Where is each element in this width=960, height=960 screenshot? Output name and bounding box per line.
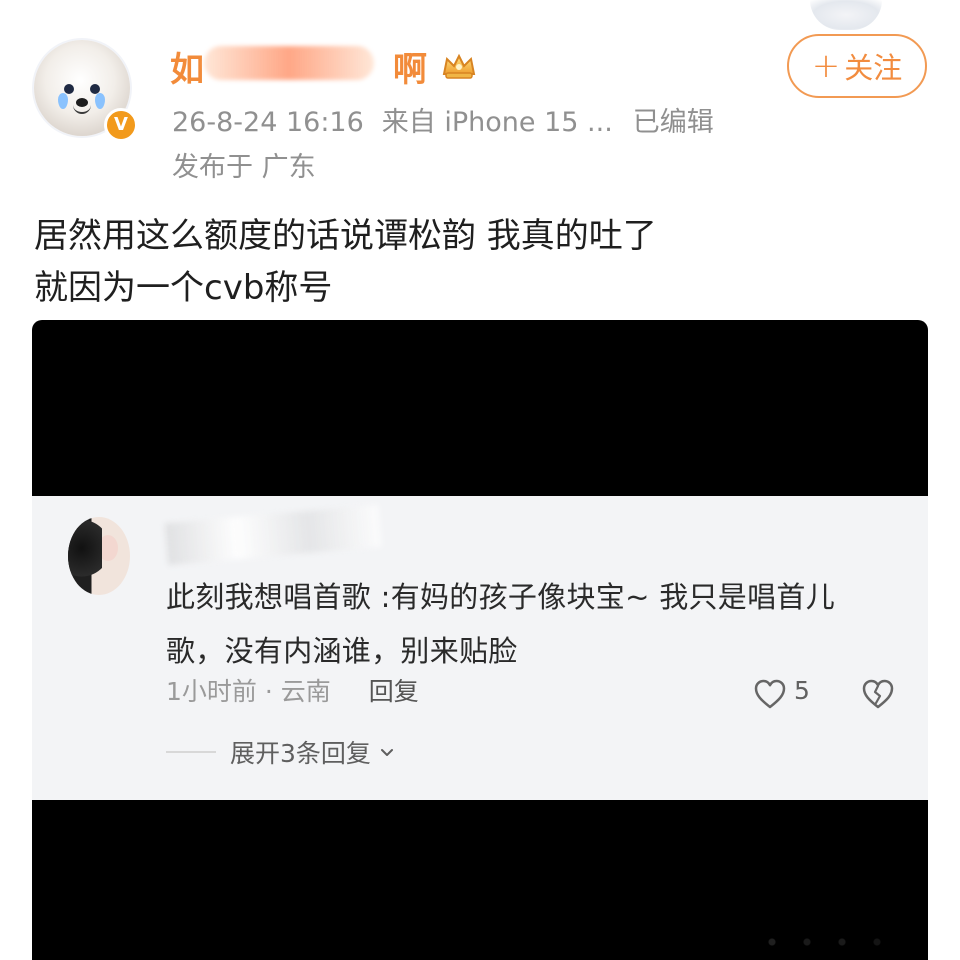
expand-replies-label: 展开3条回复	[230, 739, 371, 768]
embedded-user-avatar	[68, 517, 130, 595]
blurred-username	[164, 504, 382, 566]
post-location: 发布于 广东	[172, 152, 316, 183]
post-meta-line: 26-8-24 16:16 来自 iPhone 15 ... 已编辑	[172, 100, 714, 139]
avatar-left-eye	[64, 84, 74, 94]
edited-label: 已编辑	[632, 107, 714, 138]
reply-button[interactable]: 回复	[369, 672, 419, 708]
decorative-sticker	[810, 0, 882, 30]
post-source: 来自 iPhone 15 ...	[381, 107, 613, 138]
username[interactable]: 如啊	[170, 42, 428, 91]
username-row[interactable]: 如啊	[170, 42, 478, 90]
avatar-right-tear	[95, 93, 105, 109]
chevron-down-icon	[380, 749, 393, 756]
like-count: 5	[794, 676, 810, 705]
embedded-comment-card: 此刻我想唱首歌 :有妈的孩子像块宝~ 我只是唱首儿歌，没有内涵谁，别来贴脸 1小…	[32, 496, 928, 800]
embedded-time-location: 1小时前 · 云南	[166, 677, 331, 706]
username-visible-start: 如	[170, 49, 205, 90]
post-text-line-1: 居然用这么额度的话说谭松韵 我真的吐了	[34, 216, 657, 256]
post-text: 居然用这么额度的话说谭松韵 我真的吐了 就因为一个cvb称号	[34, 210, 934, 314]
follow-button[interactable]: + 关注	[787, 34, 927, 98]
embedded-screenshot[interactable]: 此刻我想唱首歌 :有妈的孩子像块宝~ 我只是唱首儿歌，没有内涵谁，别来贴脸 1小…	[32, 320, 928, 960]
expand-divider	[166, 751, 216, 753]
heart-outline-icon[interactable]	[752, 678, 788, 710]
broken-heart-icon[interactable]	[860, 678, 896, 710]
avatar-mouth	[73, 104, 91, 114]
avatar-left-tear	[58, 93, 68, 109]
expand-replies[interactable]: 展开3条回复	[166, 734, 395, 770]
embedded-comment-meta: 1小时前 · 云南 回复	[166, 672, 419, 708]
watermark	[758, 932, 898, 952]
embedded-comment-text: 此刻我想唱首歌 :有妈的孩子像块宝~ 我只是唱首儿歌，没有内涵谁，别来贴脸	[166, 580, 836, 668]
crown-icon	[442, 53, 476, 79]
username-visible-end: 啊	[393, 49, 428, 90]
plus-icon: +	[811, 46, 841, 86]
post-timestamp: 26-8-24 16:16	[172, 107, 364, 138]
follow-label: 关注	[844, 51, 903, 85]
verified-icon: V	[104, 108, 138, 142]
post-text-line-2: 就因为一个cvb称号	[34, 268, 333, 308]
